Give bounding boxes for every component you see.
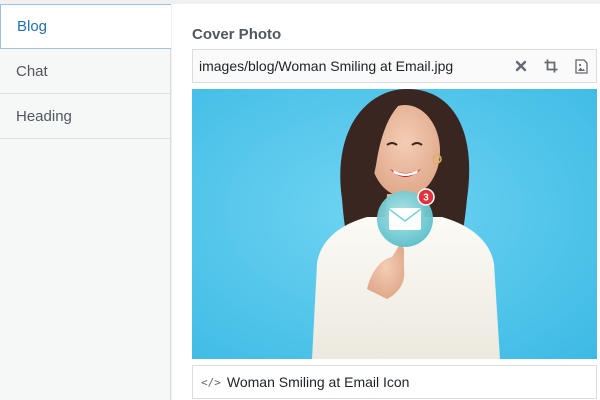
crop-button[interactable] [536, 50, 566, 82]
clear-icon [515, 60, 527, 72]
tab-heading[interactable]: Heading [0, 94, 170, 139]
field-title: Cover Photo [192, 26, 282, 43]
notification-count: 3 [423, 193, 429, 204]
alt-text-field[interactable]: </> Woman Smiling at Email Icon [192, 365, 597, 399]
crop-icon [544, 59, 558, 73]
cover-photo-image: 3 [192, 89, 597, 359]
cover-photo: 3 [192, 89, 597, 359]
image-path-input[interactable]: images/blog/Woman Smiling at Email.jpg [199, 58, 506, 74]
image-icon [574, 58, 588, 74]
editor-panel: Blog Chat Heading Cover Photo images/blo… [0, 0, 600, 400]
tab-label: Chat [16, 62, 48, 80]
tab-blog[interactable]: Blog [0, 4, 171, 49]
tab-label: Heading [16, 107, 72, 125]
main-content: Cover Photo images/blog/Woman Smiling at… [172, 4, 600, 400]
image-path-field[interactable]: images/blog/Woman Smiling at Email.jpg [192, 49, 597, 83]
clear-button[interactable] [506, 50, 536, 82]
select-image-button[interactable] [566, 50, 596, 82]
tab-sidebar: Blog Chat Heading [0, 4, 171, 400]
code-icon: </> [201, 375, 221, 389]
alt-text-input[interactable]: Woman Smiling at Email Icon [227, 374, 410, 390]
tab-label: Blog [17, 18, 48, 35]
tab-chat[interactable]: Chat [0, 49, 170, 94]
